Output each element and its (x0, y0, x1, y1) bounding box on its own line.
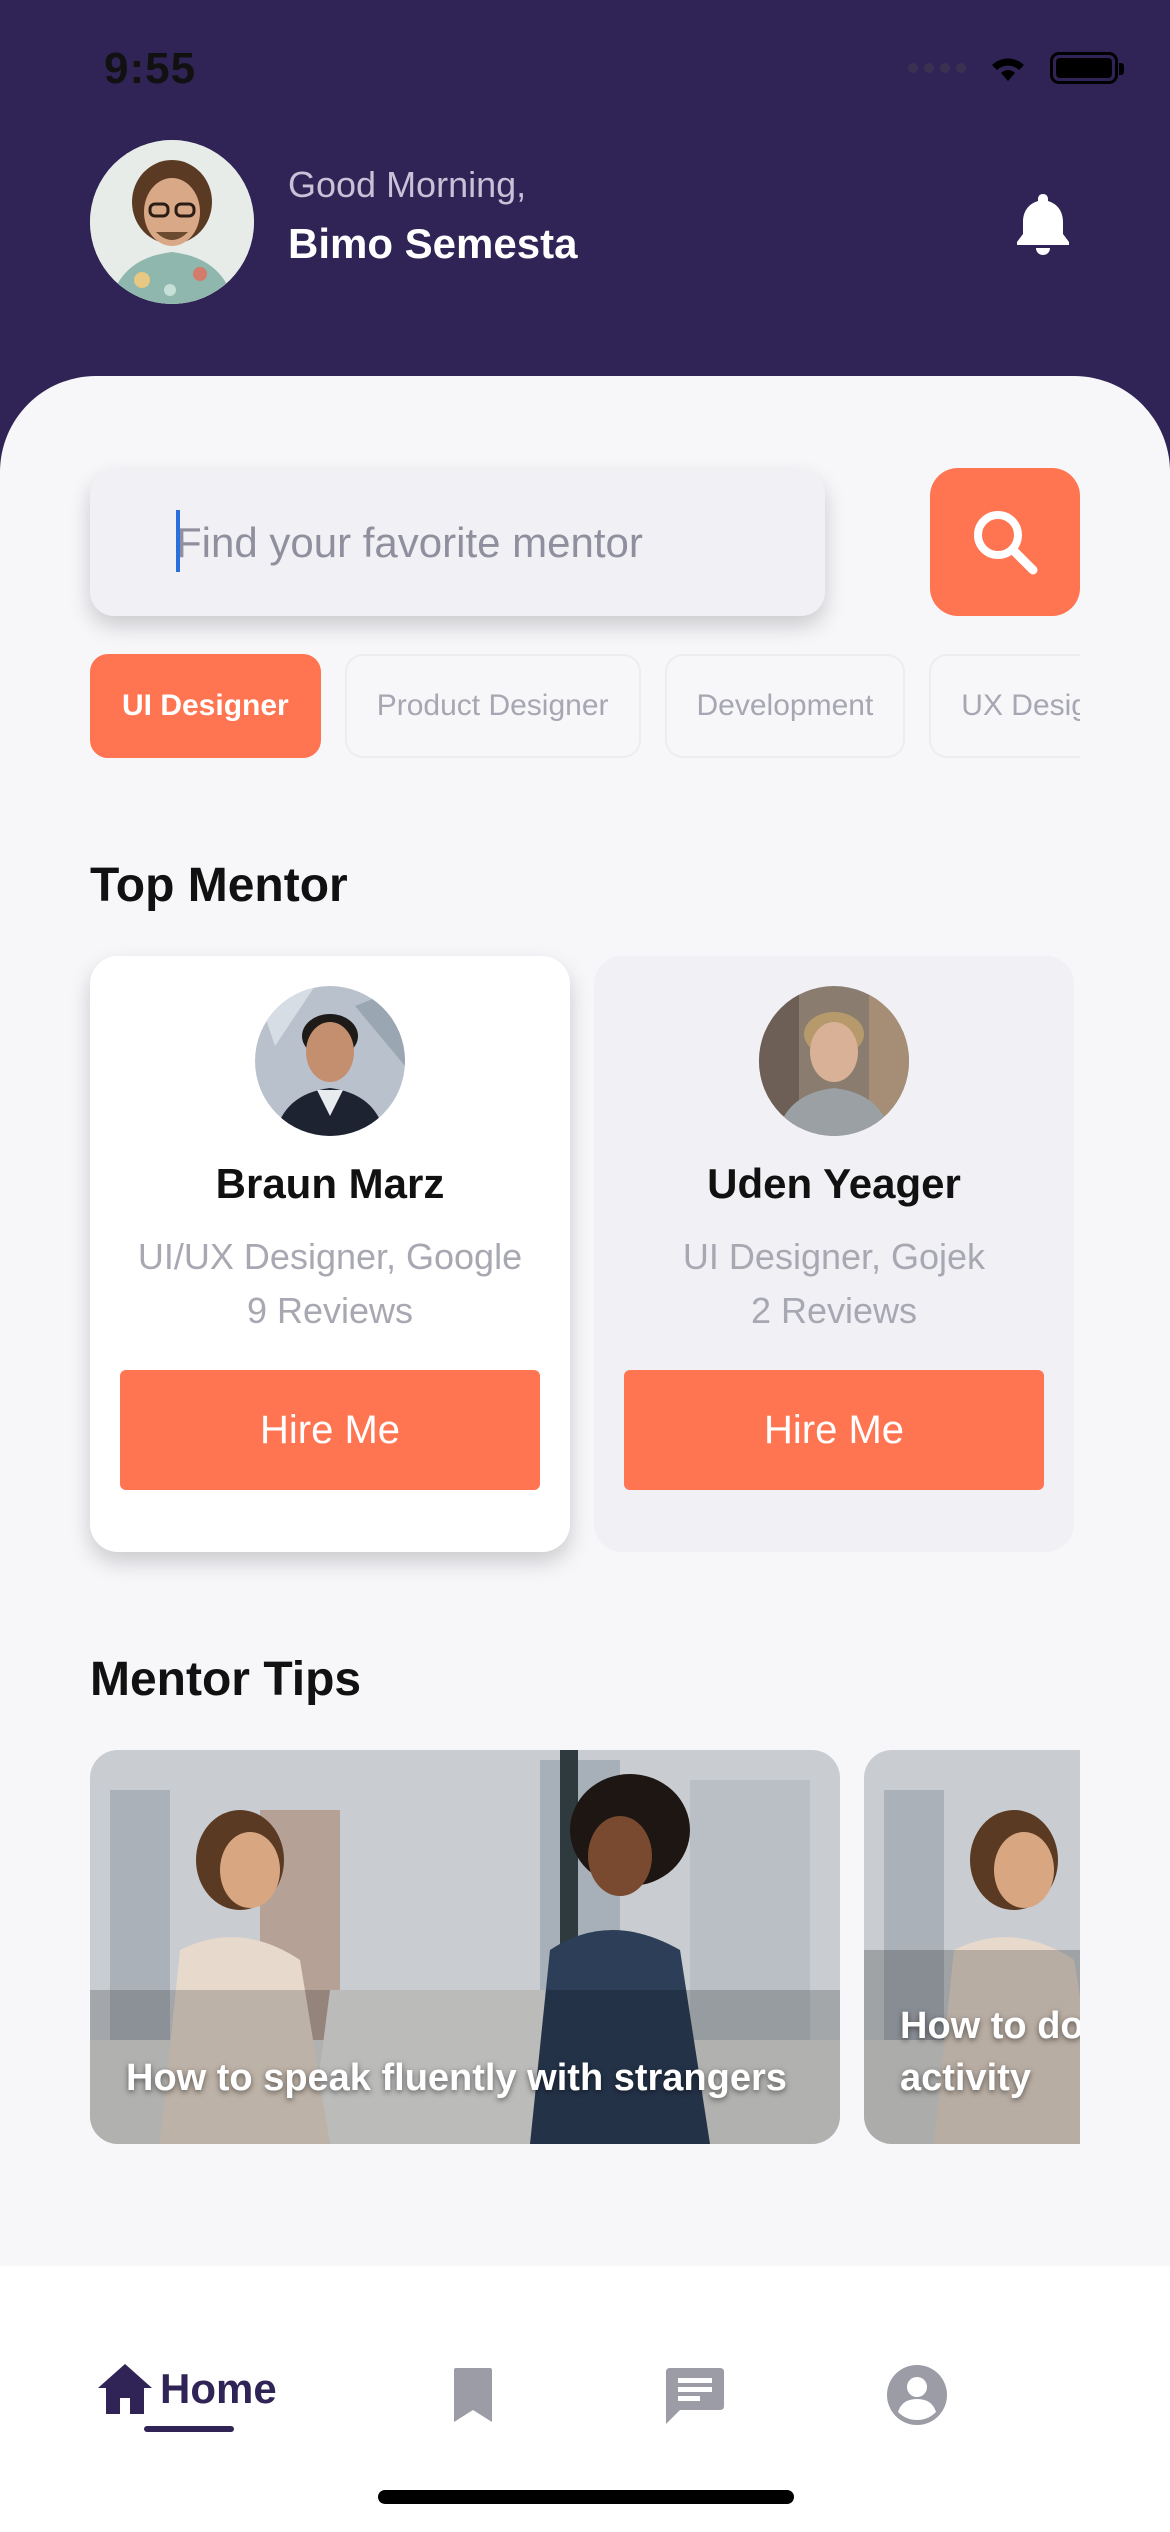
hire-me-button[interactable]: Hire Me (624, 1370, 1044, 1490)
status-icons (908, 52, 1124, 84)
chip-ui-designer[interactable]: UI Designer (90, 654, 321, 758)
chip-product-designer[interactable]: Product Designer (344, 654, 641, 758)
tab-profile[interactable] (886, 2364, 948, 2426)
mentor-avatar (759, 986, 909, 1136)
mentor-tips-carousel: How to speak fluently with strangers How… (90, 1750, 1080, 2144)
active-tab-indicator (144, 2426, 234, 2432)
battery-icon (1050, 52, 1124, 84)
mentor-card[interactable]: Uden Yeager UI Designer, Gojek 2 Reviews… (594, 956, 1074, 1552)
mentor-role: UI Designer, Gojek (682, 1236, 986, 1277)
tip-title: How to do activity (900, 2005, 1080, 2099)
status-time: 9:55 (104, 44, 197, 93)
bookmark-icon (454, 2368, 492, 2422)
mentor-role: UI/UX Designer, Google (137, 1236, 523, 1277)
chat-icon (666, 2368, 724, 2424)
notification-bell-icon[interactable] (1012, 190, 1074, 256)
tip-card[interactable]: How to do activity (864, 1750, 1080, 2144)
mentor-reviews: 9 Reviews (246, 1290, 414, 1331)
mentor-avatar (255, 986, 405, 1136)
search-input[interactable] (176, 519, 776, 567)
home-indicator (378, 2490, 794, 2504)
greeting-text: Good Morning, (288, 164, 527, 205)
search-box[interactable] (90, 470, 825, 616)
search-button[interactable] (930, 468, 1080, 616)
tab-home[interactable]: Home (96, 2362, 277, 2416)
tab-bookmarks[interactable] (450, 2366, 496, 2424)
mentor-reviews: 2 Reviews (750, 1290, 918, 1331)
search-icon (974, 511, 1038, 575)
mentor-card[interactable]: Braun Marz UI/UX Designer, Google 9 Revi… (90, 956, 570, 1552)
tab-messages[interactable] (664, 2366, 726, 2426)
chip-ux-designer[interactable]: UX Designer (929, 654, 1080, 758)
wifi-icon (992, 58, 1024, 81)
cellular-signal-icon (908, 63, 966, 73)
tip-card[interactable]: How to speak fluently with strangers (90, 1750, 840, 2144)
text-caret (176, 510, 180, 572)
chip-development[interactable]: Development (664, 654, 906, 758)
category-chips: UI Designer Product Designer Development… (90, 654, 1080, 758)
tip-title: How to speak fluently with strangers (126, 2057, 787, 2099)
mentor-tips-title: Mentor Tips (90, 1653, 362, 1706)
profile-icon (887, 2365, 947, 2425)
top-mentor-title: Top Mentor (90, 859, 348, 912)
mentor-name: Braun Marz (215, 1160, 445, 1207)
hire-me-button[interactable]: Hire Me (120, 1370, 540, 1490)
home-icon (98, 2364, 152, 2414)
tab-home-label: Home (160, 2365, 277, 2412)
user-avatar[interactable] (90, 140, 254, 304)
user-name: Bimo Semesta (288, 220, 578, 267)
mentor-name: Uden Yeager (707, 1160, 961, 1207)
